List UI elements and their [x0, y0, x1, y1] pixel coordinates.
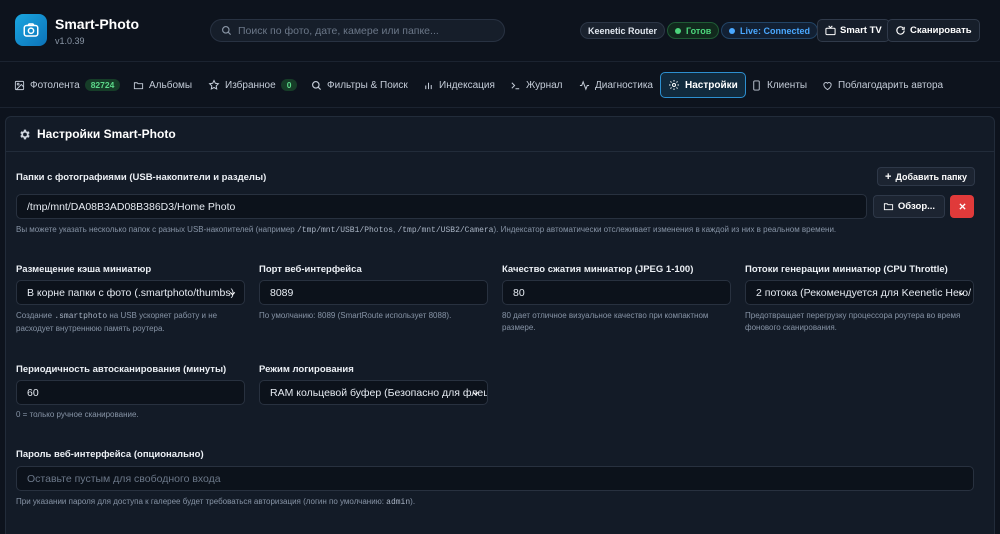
live-connection-badge: Live: Connected	[721, 22, 819, 39]
photo-count-badge: 82724	[84, 79, 121, 91]
smartphone-icon	[753, 79, 760, 91]
logging-mode-value: RAM кольцевой буфер (Безопасно для флеш	[270, 386, 488, 399]
cpu-threads-label: Потоки генерации миниатюр (CPU Throttle)	[745, 264, 948, 275]
tab-label: Диагностика	[595, 79, 653, 91]
tv-icon	[825, 25, 836, 36]
scan-label: Сканировать	[910, 25, 972, 36]
tab-settings[interactable]: Настройки	[660, 72, 746, 98]
tab-filters[interactable]: Фильтры & Поиск	[304, 72, 415, 98]
tab-label: Поблагодарить автора	[838, 79, 944, 91]
tab-favorites[interactable]: Избранное 0	[201, 72, 304, 98]
gear-icon	[669, 80, 679, 90]
password-input[interactable]	[27, 472, 973, 485]
favorites-count-badge: 0	[280, 79, 298, 91]
add-folder-label: Добавить папку	[895, 171, 967, 182]
cpu-threads-select[interactable]: 2 потока (Рекомендуется для Keenetic Her…	[745, 280, 974, 305]
web-port-hint: По умолчанию: 8089 (SmartRoute используе…	[259, 311, 452, 320]
password-field[interactable]	[16, 466, 974, 491]
password-label: Пароль веб-интерфейса (опционально)	[16, 449, 204, 460]
activity-icon	[579, 79, 590, 91]
settings-header: Настройки Smart-Photo	[6, 117, 994, 152]
settings-title: Настройки Smart-Photo	[37, 127, 176, 141]
tab-albums[interactable]: Альбомы	[126, 72, 199, 98]
tab-clients[interactable]: Клиенты	[744, 72, 814, 98]
folders-label: Папки с фотографиями (USB-накопители и р…	[16, 172, 267, 183]
logging-mode-label: Режим логирования	[259, 364, 354, 375]
chevron-down-icon	[229, 291, 236, 296]
scan-interval-value: 60	[27, 386, 39, 399]
web-port-label: Порт веб-интерфейса	[259, 264, 362, 275]
image-icon	[14, 80, 25, 90]
tab-label: Фотолента	[30, 79, 80, 91]
settings-panel: Настройки Smart-Photo Папки с фотография…	[5, 116, 995, 534]
close-icon	[958, 203, 966, 210]
scan-interval-input[interactable]: 60	[16, 380, 245, 405]
jpeg-quality-label: Качество сжатия миниатюр (JPEG 1-100)	[502, 264, 694, 275]
cpu-threads-hint: Предотвращает перегрузку процессора роут…	[745, 311, 961, 332]
status-ready-badge: Готов	[667, 22, 720, 39]
web-port-input[interactable]: 8089	[259, 280, 488, 305]
scan-button[interactable]: Сканировать	[887, 19, 980, 42]
scan-interval-label: Периодичность автосканирования (минуты)	[16, 364, 227, 375]
search-bar[interactable]	[210, 19, 505, 42]
tab-label: Фильтры & Поиск	[327, 79, 408, 91]
main-tabs: Фотолента 82724 Альбомы Избранное 0 Филь…	[0, 62, 1000, 108]
add-folder-button[interactable]: + Добавить папку	[877, 167, 975, 186]
remove-folder-button[interactable]	[950, 195, 974, 218]
tab-thank-author[interactable]: Поблагодарить автора	[815, 72, 950, 98]
browse-button[interactable]: Обзор...	[873, 195, 945, 218]
logging-mode-select[interactable]: RAM кольцевой буфер (Безопасно для флеш	[259, 380, 488, 405]
folder-path-input[interactable]: /tmp/mnt/DA08B3AD08B386D3/Home Photo	[16, 194, 867, 219]
status-dot-icon	[675, 27, 681, 34]
cache-location-select[interactable]: В корне папки с фото (.smartphoto/thumbs…	[16, 280, 245, 305]
folder-icon	[133, 81, 144, 89]
tab-journal[interactable]: Журнал	[503, 72, 570, 98]
camera-logo-icon	[15, 14, 47, 46]
search-icon	[312, 80, 322, 90]
live-connection-label: Live: Connected	[740, 25, 811, 36]
jpeg-quality-input[interactable]: 80	[502, 280, 731, 305]
tab-label: Индексация	[439, 79, 495, 91]
cpu-threads-value: 2 потока (Рекомендуется для Keenetic Her…	[756, 286, 972, 299]
heart-icon	[823, 81, 832, 90]
jpeg-quality-value: 80	[513, 286, 525, 299]
gear-icon	[20, 129, 30, 139]
cache-location-value: В корне папки с фото (.smartphoto/thumbs…	[27, 286, 235, 299]
tab-label: Клиенты	[767, 79, 808, 91]
status-ready-label: Готов	[686, 25, 712, 36]
folder-icon	[883, 203, 894, 211]
terminal-icon	[511, 81, 520, 89]
scan-interval-hint: 0 = только ручное сканирование.	[16, 410, 139, 419]
smart-tv-button[interactable]: Smart TV	[817, 19, 890, 42]
star-icon	[208, 79, 220, 90]
plus-icon: +	[885, 170, 892, 183]
tab-label: Настройки	[685, 79, 738, 91]
tab-diagnostics[interactable]: Диагностика	[572, 72, 660, 98]
search-icon	[222, 26, 232, 36]
tab-label: Альбомы	[149, 79, 193, 91]
folder-path-value: /tmp/mnt/DA08B3AD08B386D3/Home Photo	[27, 200, 236, 213]
jpeg-quality-hint: 80 дает отличное визуальное качество при…	[502, 311, 709, 332]
tab-label: Избранное	[225, 79, 276, 91]
cache-location-hint: Создание .smartphoto на USB ускоряет раб…	[16, 311, 218, 333]
app-version: v1.0.39	[55, 36, 85, 46]
chevron-down-icon	[958, 291, 965, 296]
folders-hint: Вы можете указать несколько папок с разн…	[16, 225, 837, 235]
tab-indexing[interactable]: Индексация	[416, 72, 502, 98]
smart-tv-label: Smart TV	[840, 25, 882, 36]
cache-location-label: Размещение кэша миниатюр	[16, 264, 152, 275]
browse-label: Обзор...	[897, 201, 936, 212]
live-dot-icon	[729, 27, 735, 34]
app-header: Smart-Photo v1.0.39 Keenetic Router Гото…	[0, 0, 1000, 62]
bar-chart-icon	[425, 82, 432, 89]
chevron-down-icon	[472, 391, 479, 396]
app-title: Smart-Photo	[55, 16, 139, 32]
refresh-icon	[896, 26, 905, 35]
search-input[interactable]	[238, 24, 488, 37]
tab-label: Журнал	[526, 79, 563, 91]
password-hint: При указании пароля для доступа к галере…	[16, 497, 416, 507]
web-port-value: 8089	[270, 286, 294, 299]
tab-photofeed[interactable]: Фотолента 82724	[7, 72, 127, 98]
router-badge: Keenetic Router	[580, 22, 666, 39]
